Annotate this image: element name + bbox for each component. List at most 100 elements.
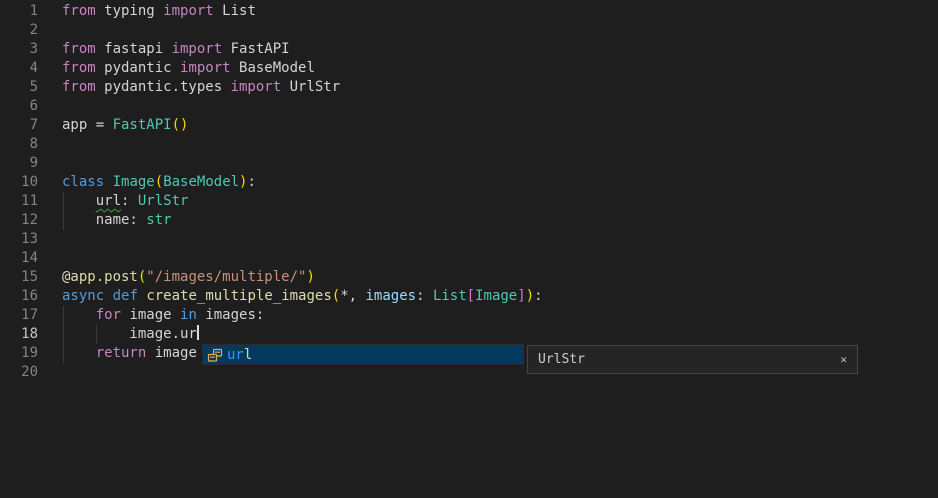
code-line: 9	[0, 154, 938, 173]
field-icon	[207, 347, 223, 363]
code-token: pydantic	[96, 60, 180, 76]
code-line: 2	[0, 21, 938, 40]
code-line: 11 url: UrlStr	[0, 192, 938, 211]
code-token	[62, 345, 96, 361]
code-token: UrlStr	[281, 79, 340, 95]
code-token: List	[214, 3, 256, 19]
code-token: app =	[62, 117, 113, 133]
line-number: 1	[0, 2, 38, 21]
code-token: (	[332, 288, 340, 304]
suggestion-label-rest: l	[244, 347, 252, 363]
code-token: pydantic.types	[96, 79, 231, 95]
code-token: for	[96, 307, 121, 323]
line-number: 5	[0, 78, 38, 97]
indent-guide	[63, 192, 64, 230]
code-token: image	[121, 307, 180, 323]
code-token: name:	[62, 212, 146, 228]
code-token: import	[231, 79, 282, 95]
indent-guide	[63, 306, 64, 363]
autocomplete-popup: url	[202, 344, 524, 365]
line-number: 12	[0, 211, 38, 230]
code-line: 16async def create_multiple_images(*, im…	[0, 287, 938, 306]
code-token: image.ur	[62, 326, 197, 342]
code-line: 1from typing import List	[0, 2, 938, 21]
line-number: 19	[0, 344, 38, 363]
code-token: fastapi	[96, 41, 172, 57]
code-area[interactable]: 1from typing import List23from fastapi i…	[0, 2, 938, 382]
code-token	[62, 307, 96, 323]
code-token: import	[180, 60, 231, 76]
code-token: ]	[517, 288, 525, 304]
line-number: 13	[0, 230, 38, 249]
code-token: FastAPI	[222, 41, 289, 57]
code-token: str	[146, 212, 171, 228]
code-line: 5 from pydantic.types import UrlStr	[0, 78, 938, 97]
code-token: :	[534, 288, 542, 304]
code-token: Image	[113, 174, 155, 190]
code-line: 6	[0, 97, 938, 116]
code-token: image	[146, 345, 197, 361]
code-token: :	[247, 174, 255, 190]
code-token: import	[163, 3, 214, 19]
code-token: )	[306, 269, 314, 285]
code-token: Image	[475, 288, 517, 304]
code-token: List	[433, 288, 467, 304]
code-token: from	[62, 41, 96, 57]
code-token: FastAPI	[113, 117, 172, 133]
line-number: 18	[0, 325, 38, 344]
line-number: 15	[0, 268, 38, 287]
code-line: 10class Image(BaseModel):	[0, 173, 938, 192]
code-token: (	[155, 174, 163, 190]
line-number: 2	[0, 21, 38, 40]
code-token: url	[96, 193, 121, 209]
code-token: images:	[197, 307, 264, 323]
code-token	[62, 193, 96, 209]
code-line: 15@app.post("/images/multiple/")	[0, 268, 938, 287]
code-token: create_multiple_images	[146, 288, 331, 304]
suggestion-detail-text: UrlStr	[538, 352, 585, 367]
code-editor: { "editor": { "background": "#1e1e1e", "…	[0, 0, 938, 498]
line-number: 8	[0, 135, 38, 154]
close-icon[interactable]: ✕	[840, 354, 847, 365]
line-number: 6	[0, 97, 38, 116]
indent-guide	[96, 325, 97, 344]
line-number: 4	[0, 59, 38, 78]
suggestion-detail-panel: UrlStr ✕	[527, 345, 858, 374]
code-line: 8	[0, 135, 938, 154]
code-token: "/images/multiple/"	[146, 269, 306, 285]
code-token: in	[180, 307, 197, 323]
line-number: 10	[0, 173, 38, 192]
line-number: 14	[0, 249, 38, 268]
code-line: 18 image.ur	[0, 325, 938, 344]
code-token: @app.post	[62, 269, 138, 285]
code-token: from	[62, 79, 96, 95]
code-token: import	[172, 41, 223, 57]
code-line: 12 name: str	[0, 211, 938, 230]
code-token: UrlStr	[138, 193, 189, 209]
code-line: 17 for image in images:	[0, 306, 938, 325]
line-number: 9	[0, 154, 38, 173]
code-token: from	[62, 3, 96, 19]
code-token	[104, 288, 112, 304]
code-token: [	[467, 288, 475, 304]
suggestion-label: url	[227, 347, 252, 363]
code-token: BaseModel	[163, 174, 239, 190]
line-number: 17	[0, 306, 38, 325]
code-token: *,	[340, 288, 365, 304]
code-token: :	[416, 288, 433, 304]
code-token: async	[62, 288, 104, 304]
code-line: 7 app = FastAPI()	[0, 116, 938, 135]
code-token: ()	[172, 117, 189, 133]
code-token	[104, 174, 112, 190]
code-line: 3 from fastapi import FastAPI	[0, 40, 938, 59]
line-number: 20	[0, 363, 38, 382]
text-cursor	[197, 325, 199, 340]
code-line: 4from pydantic import BaseModel	[0, 59, 938, 78]
code-token: from	[62, 60, 96, 76]
line-number: 16	[0, 287, 38, 306]
suggestion-item-url[interactable]: url	[203, 345, 523, 364]
line-number: 3	[0, 40, 38, 59]
code-token: return	[96, 345, 147, 361]
line-number: 7	[0, 116, 38, 135]
code-token: :	[121, 193, 138, 209]
